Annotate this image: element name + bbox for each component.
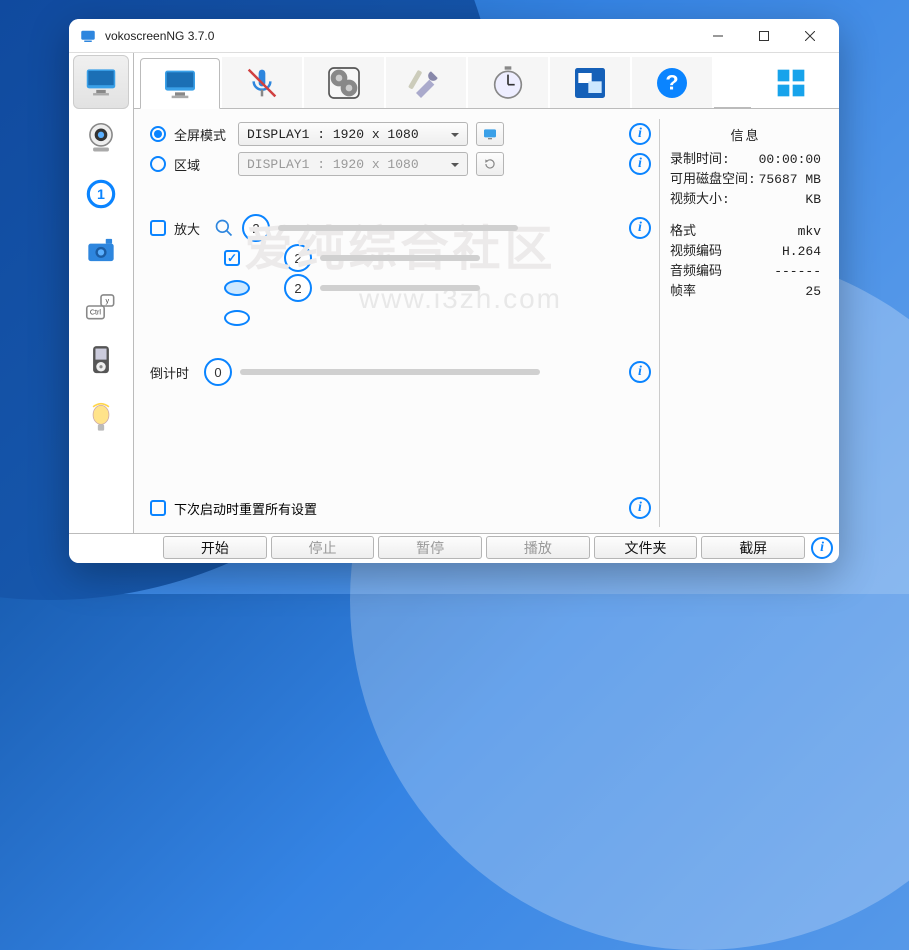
slider-zoom-2[interactable] [320,255,480,261]
sidenav-snapshot[interactable] [73,223,129,277]
window-title: vokoscreenNG 3.7.0 [105,29,214,43]
folder-button[interactable]: 文件夹 [594,536,698,559]
check-reset[interactable] [150,500,166,516]
check-zoom-opt2[interactable] [224,250,240,266]
oval-indicator-1 [224,280,250,296]
magnifier-icon [214,218,234,238]
stop-button[interactable]: 停止 [271,536,375,559]
maximize-button[interactable] [741,21,787,51]
identify-display-button[interactable] [476,122,504,146]
info-reset[interactable]: i [629,497,651,519]
countdown-value: 0 [204,358,232,386]
side-nav: 1 Ctrly [69,53,133,533]
title-bar: vokoscreenNG 3.7.0 [69,19,839,53]
slider-countdown[interactable] [240,369,540,375]
tab-tools[interactable] [386,57,466,108]
tab-screen[interactable] [140,58,220,109]
info-title: 信息 [670,125,821,144]
info-fullscreen[interactable]: i [629,123,651,145]
label-reset: 下次启动时重置所有设置 [174,499,317,518]
radio-fullscreen[interactable] [150,126,166,142]
sidenav-screen[interactable] [73,55,129,109]
label-countdown: 倒计时 [150,363,196,382]
sidenav-counter[interactable]: 1 [73,167,129,221]
combo-fullscreen-display[interactable]: DISPLAY1 : 1920 x 1080 [238,122,468,146]
slider-zoom-1[interactable] [278,225,518,231]
top-tabs: ? [134,53,839,109]
pause-button[interactable]: 暂停 [378,536,482,559]
sidenav-player[interactable] [73,335,129,389]
tab-windows[interactable] [550,57,630,108]
oval-indicator-2 [224,310,250,326]
info-zoom[interactable]: i [629,217,651,239]
label-region: 区域 [174,155,230,174]
info-countdown[interactable]: i [629,361,651,383]
info-bottom[interactable]: i [809,536,835,559]
close-button[interactable] [787,21,833,51]
tab-help[interactable]: ? [632,57,712,108]
app-icon [79,27,97,45]
reset-region-button[interactable] [476,152,504,176]
app-window: vokoscreenNG 3.7.0 1 [69,19,839,563]
sidenav-webcam[interactable] [73,111,129,165]
label-zoom: 放大 [174,219,206,238]
check-zoom[interactable] [150,220,166,236]
info-panel: 信息 录制时间:00:00:00 可用磁盘空间:75687 MB 视频大小:KB… [659,119,831,527]
info-region[interactable]: i [629,153,651,175]
label-fullscreen: 全屏模式 [174,125,230,144]
start-button[interactable]: 开始 [163,536,267,559]
svg-text:y: y [106,297,110,305]
svg-text:Ctrl: Ctrl [90,309,101,317]
screenshot-button[interactable]: 截屏 [701,536,805,559]
sidenav-keys[interactable]: Ctrly [73,279,129,333]
play-button[interactable]: 播放 [486,536,590,559]
sidenav-idea[interactable] [73,391,129,445]
svg-text:1: 1 [97,187,105,203]
radio-region[interactable] [150,156,166,172]
tab-timer[interactable] [468,57,548,108]
zoom-value-1: 2 [242,214,270,242]
tab-audio[interactable] [222,57,302,108]
combo-region-display: DISPLAY1 : 1920 x 1080 [238,152,468,176]
tab-logo [751,57,831,108]
zoom-value-2: 2 [284,244,312,272]
tab-codec[interactable] [304,57,384,108]
svg-text:?: ? [665,70,678,95]
slider-zoom-3[interactable] [320,285,480,291]
zoom-value-3: 2 [284,274,312,302]
bottom-bar: 开始 停止 暂停 播放 文件夹 截屏 i [69,533,839,563]
minimize-button[interactable] [695,21,741,51]
